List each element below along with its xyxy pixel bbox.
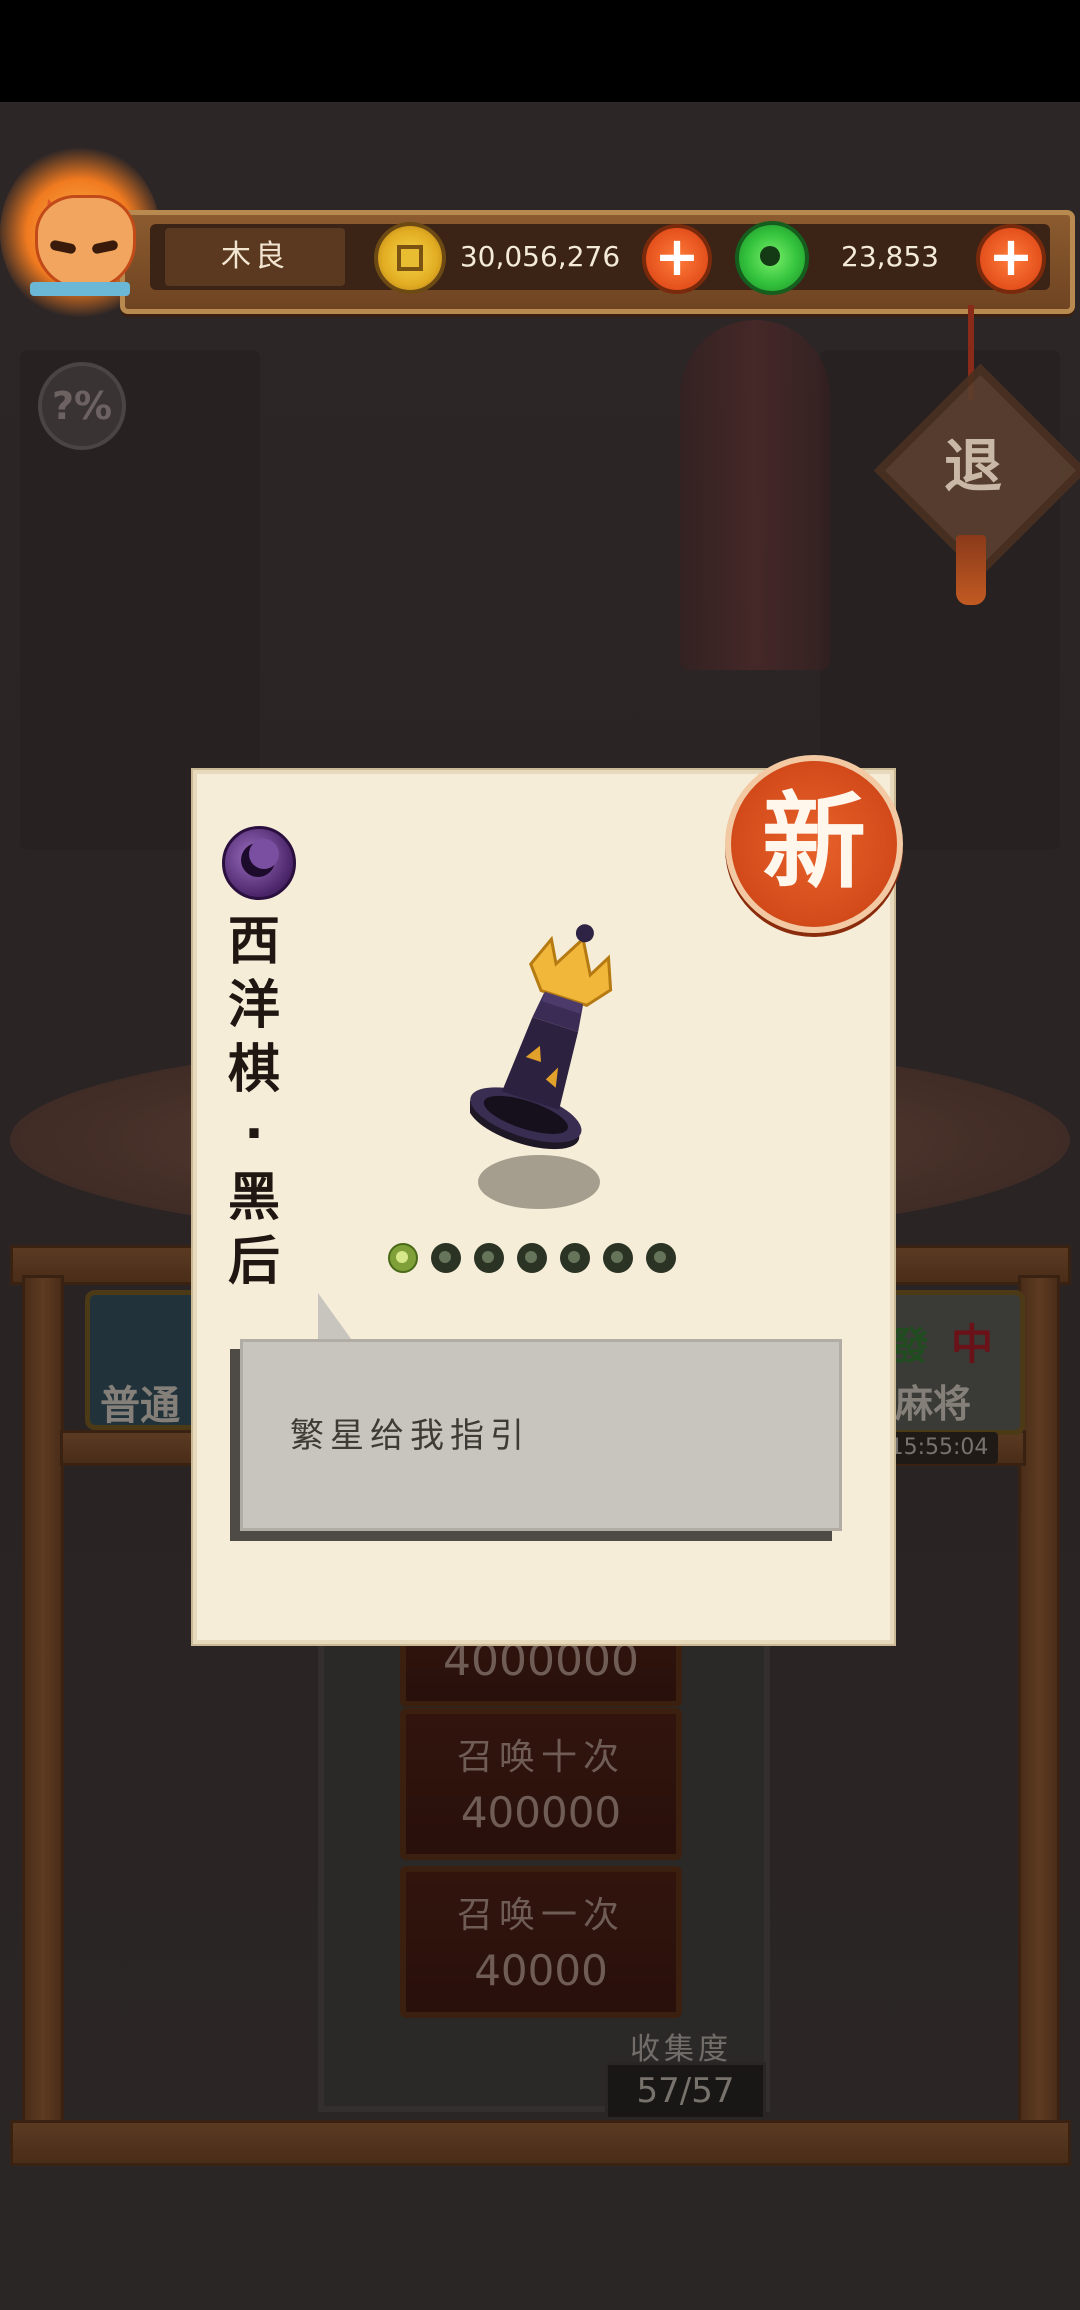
- summon-one-button[interactable]: 召唤一次 40000: [400, 1866, 682, 2018]
- jade-amount: 23,853: [841, 240, 939, 273]
- item-title-char: 黑: [227, 1168, 280, 1228]
- fox-eye-right: [91, 239, 119, 255]
- level-dot: [646, 1243, 676, 1273]
- mahjong-summon-tab[interactable]: 發 中 麻将: [880, 1290, 1025, 1435]
- star-level-dots: [388, 1243, 689, 1279]
- item-quote: 繁星给我指引: [290, 1416, 530, 1456]
- quit-button-label: 退: [943, 432, 1002, 500]
- coin-amount: 30,056,276: [459, 240, 621, 273]
- fox-mask-icon: [35, 195, 136, 291]
- fox-eye-left: [49, 239, 77, 255]
- summon-ten-button[interactable]: 召唤十次 400000: [400, 1708, 682, 1860]
- collection-value: 57/57: [605, 2062, 766, 2120]
- level-dot: [560, 1243, 590, 1273]
- mahjong-summon-tab-label: 麻将: [895, 1382, 972, 1426]
- item-title-char: 棋: [227, 1040, 280, 1100]
- summon-one-label: 召唤一次: [456, 1895, 625, 1936]
- add-coins-button[interactable]: +: [642, 224, 712, 294]
- summon-ten-price: 400000: [460, 1788, 622, 1837]
- quit-sign-tassel: [956, 535, 986, 605]
- curtain: [680, 320, 830, 670]
- mahjong-tile-zhong: 中: [951, 1320, 994, 1369]
- item-shadow: [478, 1155, 600, 1209]
- level-dot: [431, 1243, 461, 1273]
- event-timer: 15:55:04: [880, 1432, 998, 1464]
- purple-moon-orb-icon: [222, 826, 296, 900]
- frame-left-post: [22, 1275, 64, 2131]
- level-dot: [474, 1243, 504, 1273]
- normal-summon-tab-label: 普通: [100, 1383, 180, 1429]
- copper-coin-icon: [374, 222, 446, 294]
- level-dot-active: [388, 1243, 418, 1273]
- item-title-char: 西: [227, 912, 280, 972]
- add-jade-button[interactable]: +: [976, 224, 1046, 294]
- item-title: 西 洋 棋 · 黑 后: [222, 910, 286, 1294]
- item-title-char: ·: [244, 1104, 264, 1164]
- item-title-char: 后: [227, 1232, 280, 1292]
- probability-help-button[interactable]: ?%: [38, 362, 126, 450]
- level-dot: [603, 1243, 633, 1273]
- level-dot: [517, 1243, 547, 1273]
- player-avatar[interactable]: [0, 150, 160, 320]
- black-queen-chess-piece-icon: [470, 924, 613, 1150]
- item-title-char: 洋: [227, 976, 280, 1036]
- jade-disc-icon: [735, 221, 809, 295]
- frame-bottom-beam: [10, 2120, 1071, 2166]
- summon-one-price: 40000: [474, 1946, 608, 1995]
- new-badge: 新: [725, 755, 903, 933]
- fox-ribbon: [30, 282, 130, 296]
- mahjong-tile-fa: 發: [891, 1324, 930, 1368]
- player-name: 木良: [165, 228, 345, 286]
- speech-bubble-tail: [318, 1293, 354, 1343]
- summon-ten-label: 召唤十次: [456, 1737, 625, 1778]
